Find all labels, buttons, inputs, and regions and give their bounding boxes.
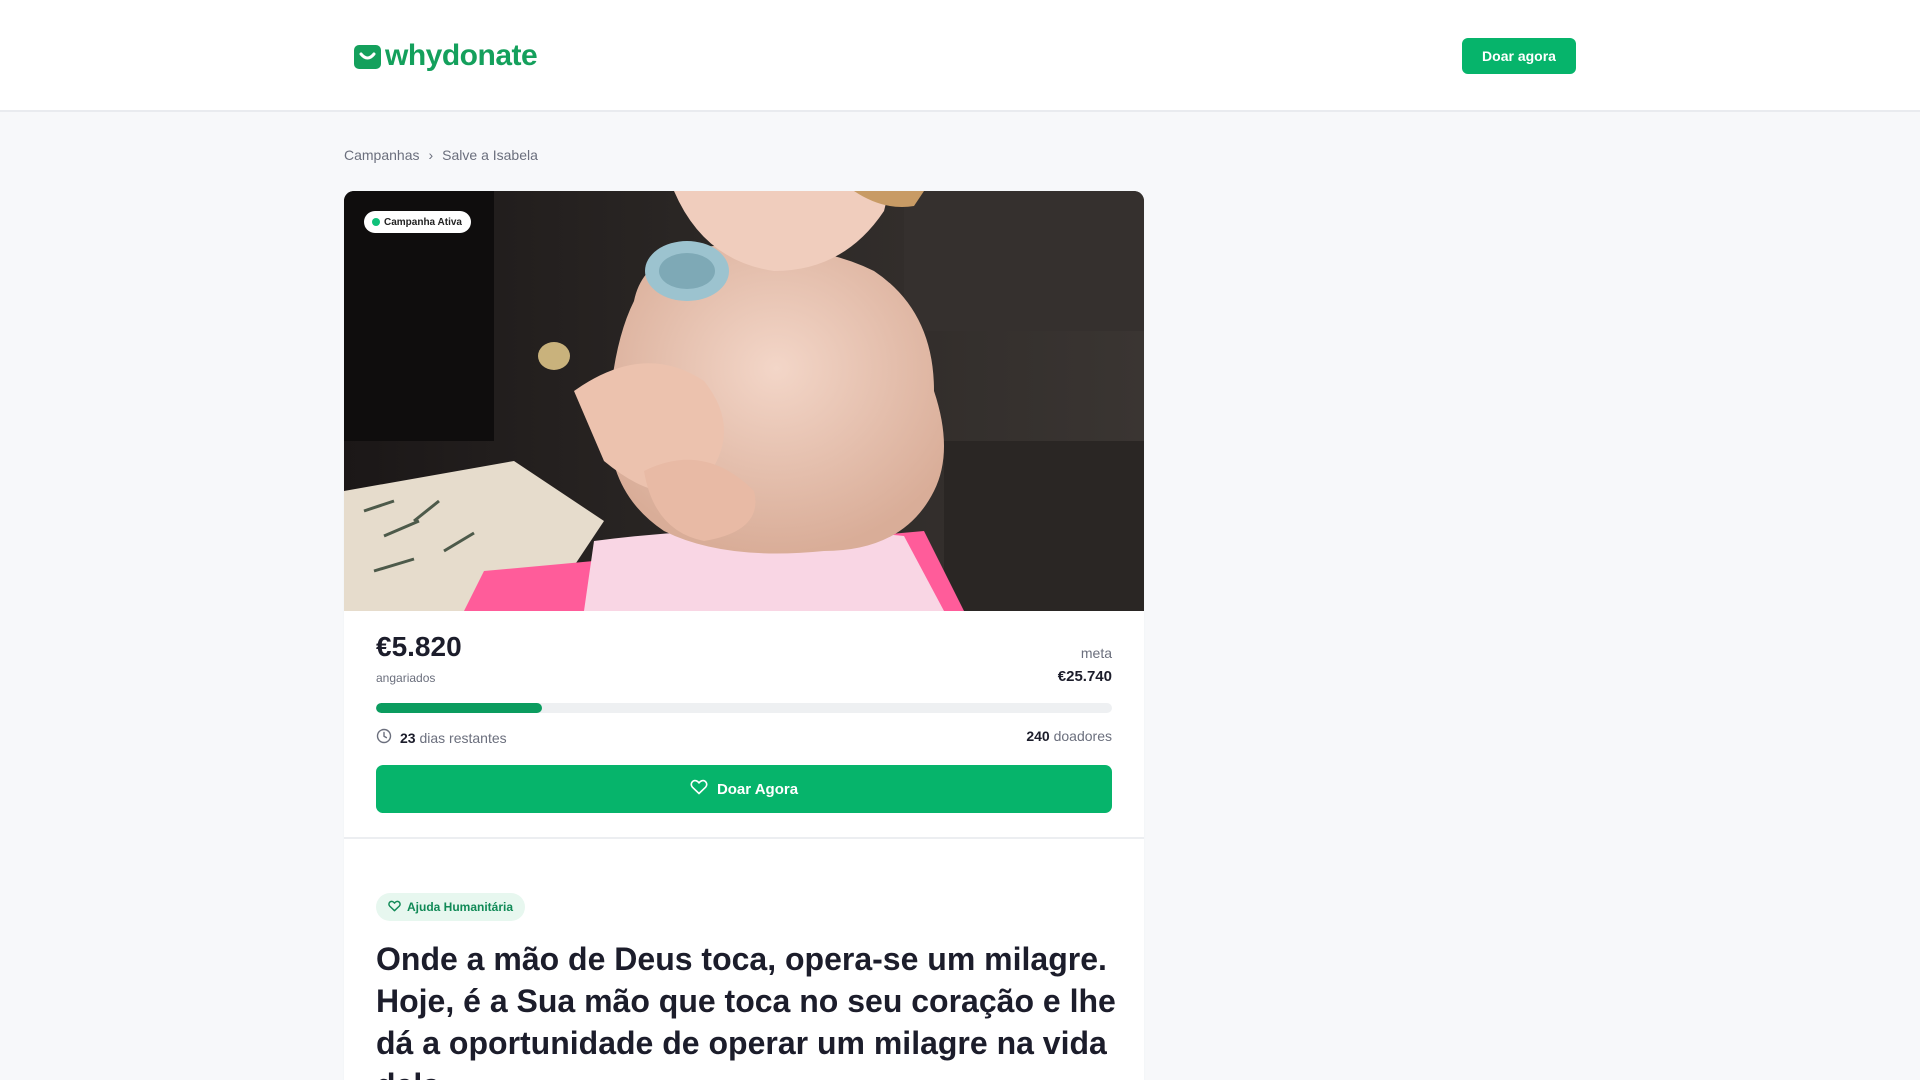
fundraising-progress-bar xyxy=(376,703,1112,713)
campaign-card: Campanha Ativa €5.820 angariados meta €2… xyxy=(344,191,1144,1080)
goal-label: meta xyxy=(1080,645,1112,661)
campaign-status-label: Campanha Ativa xyxy=(384,216,462,228)
whydonate-logo-icon xyxy=(353,42,383,70)
amount-raised: €5.820 xyxy=(376,631,462,662)
donor-count: 240 doadores xyxy=(1026,728,1112,744)
days-remaining-label: dias restantes xyxy=(419,729,507,746)
campaign-status-badge: Campanha Ativa xyxy=(364,211,471,233)
logo-wordmark: whydonate xyxy=(385,39,538,72)
section-divider xyxy=(344,837,1144,839)
donor-count-value: 240 xyxy=(1026,728,1050,744)
clock-icon xyxy=(376,728,392,747)
whydonate-logo[interactable]: whydonate xyxy=(353,39,538,72)
heart-icon xyxy=(690,779,708,799)
category-badge[interactable]: Ajuda Humanitária xyxy=(376,893,526,921)
donate-now-label: Doar Agora xyxy=(716,780,799,798)
goal-amount: €25.740 xyxy=(1057,668,1112,685)
breadcrumb-current-page: Salve a Isabela xyxy=(442,147,538,163)
header-donate-button[interactable]: Doar agora xyxy=(1462,38,1576,74)
campaign-headline: Onde a mão de Deus toca, opera-se um mil… xyxy=(376,941,1116,1080)
active-dot-icon xyxy=(372,218,380,226)
fundraising-progress-fill xyxy=(376,703,543,713)
campaign-photo-illustration xyxy=(344,191,1144,611)
top-navigation-bar: whydonate Doar agora xyxy=(0,0,1920,112)
campaign-cover-photo: Campanha Ativa xyxy=(344,191,1144,611)
breadcrumb-campaigns-link[interactable]: Campanhas xyxy=(344,147,420,163)
breadcrumb: Campanhas › Salve a Isabela xyxy=(344,147,538,163)
amount-raised-label: angariados xyxy=(376,671,436,685)
days-remaining: 23 dias restantes xyxy=(376,728,507,747)
breadcrumb-separator: › xyxy=(428,147,434,163)
heart-icon xyxy=(388,900,401,915)
category-label: Ajuda Humanitária xyxy=(407,900,514,914)
donate-now-button[interactable]: Doar Agora xyxy=(376,765,1112,813)
days-remaining-count: 23 xyxy=(400,729,416,746)
donor-count-label: doadores xyxy=(1053,728,1112,744)
